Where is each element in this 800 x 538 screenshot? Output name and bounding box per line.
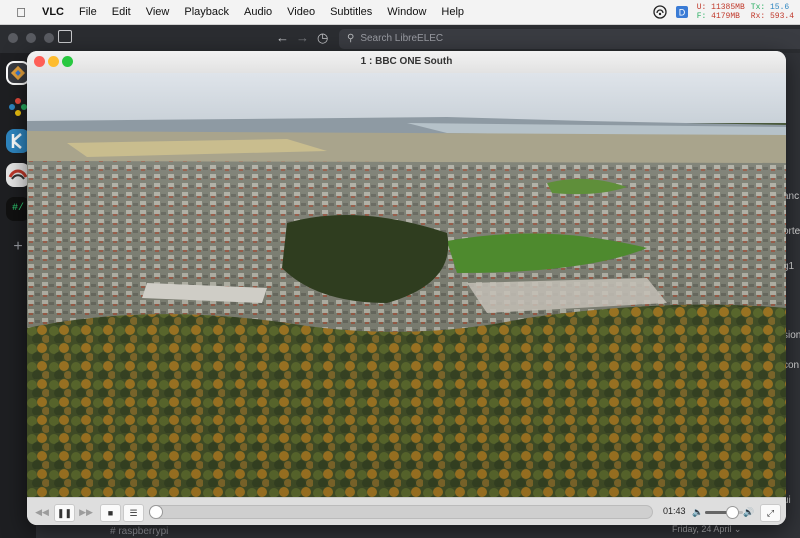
fast-forward-icon[interactable]: ▶▶ — [77, 504, 95, 520]
volume-high-icon[interactable]: 🔊 — [743, 504, 755, 520]
menu-file[interactable]: File — [79, 6, 97, 18]
menu-app-vlc[interactable]: VLC — [42, 6, 64, 18]
vlc-window: 1 : BBC ONE South ◀◀ ❚❚ ▶▶ ■ ☰ 01:43 🔈 🔊… — [27, 51, 786, 525]
menu-help[interactable]: Help — [441, 6, 464, 18]
network-stats: Tx: 15.6 Rx: 593.4 — [750, 3, 794, 21]
svg-text:D: D — [678, 8, 685, 18]
window-title: 1 : BBC ONE South — [360, 56, 453, 67]
volume-slider[interactable] — [705, 506, 743, 519]
menu-subtitles[interactable]: Subtitles — [330, 6, 372, 18]
menu-playback[interactable]: Playback — [184, 6, 229, 18]
date-separator: Friday, 24 April ⌄ — [672, 524, 742, 534]
seek-bar[interactable] — [149, 505, 653, 519]
window-control-icon[interactable] — [26, 33, 36, 43]
sidebar-toggle-icon[interactable] — [58, 30, 72, 43]
menu-view[interactable]: View — [146, 6, 170, 18]
menu-audio[interactable]: Audio — [244, 6, 272, 18]
search-icon: ⚲ — [347, 33, 355, 44]
menu-edit[interactable]: Edit — [112, 6, 131, 18]
window-control-icon[interactable] — [8, 33, 18, 43]
memory-stats: U: 11385MB F: 4179MB — [696, 3, 745, 21]
video-frame[interactable] — [27, 73, 786, 497]
title-bar[interactable]: 1 : BBC ONE South — [27, 51, 786, 73]
back-arrow-icon[interactable]: ← — [276, 30, 289, 45]
volume-knob[interactable] — [725, 506, 739, 519]
elapsed-time: 01:43 — [663, 506, 686, 516]
forward-arrow-icon[interactable]: → — [296, 30, 309, 45]
apple-logo-icon[interactable]:  — [13, 5, 29, 20]
search-placeholder: Search LibreELEC — [360, 33, 444, 44]
date-separator-label: Friday, 24 April — [672, 524, 732, 534]
volume-low-icon[interactable]: 🔈 — [692, 504, 703, 520]
channel-name[interactable]: # raspberrypi — [110, 526, 168, 537]
menu-bar:  VLC File Edit View Playback Audio Vide… — [0, 0, 800, 25]
pause-icon[interactable]: ❚❚ — [54, 504, 75, 522]
rewind-icon[interactable]: ◀◀ — [33, 504, 51, 520]
menu-window[interactable]: Window — [387, 6, 426, 18]
channel-label: raspberrypi — [118, 526, 169, 537]
aerial-town-video-image — [27, 73, 786, 497]
playlist-icon[interactable]: ☰ — [123, 504, 144, 522]
fullscreen-icon[interactable]: ⤢ — [760, 504, 781, 522]
network-activity-icon[interactable] — [653, 5, 667, 19]
seek-knob[interactable] — [149, 505, 163, 519]
history-clock-icon[interactable]: ◷ — [317, 30, 328, 46]
menu-video[interactable]: Video — [287, 6, 315, 18]
playback-controls: ◀◀ ❚❚ ▶▶ ■ ☰ 01:43 🔈 🔊 ⤢ — [27, 497, 786, 525]
stop-icon[interactable]: ■ — [100, 504, 121, 522]
display-menu-icon[interactable]: D — [675, 5, 689, 19]
window-control-icon[interactable] — [44, 33, 54, 43]
search-bar[interactable]: ⚲ Search LibreELEC — [339, 29, 800, 49]
